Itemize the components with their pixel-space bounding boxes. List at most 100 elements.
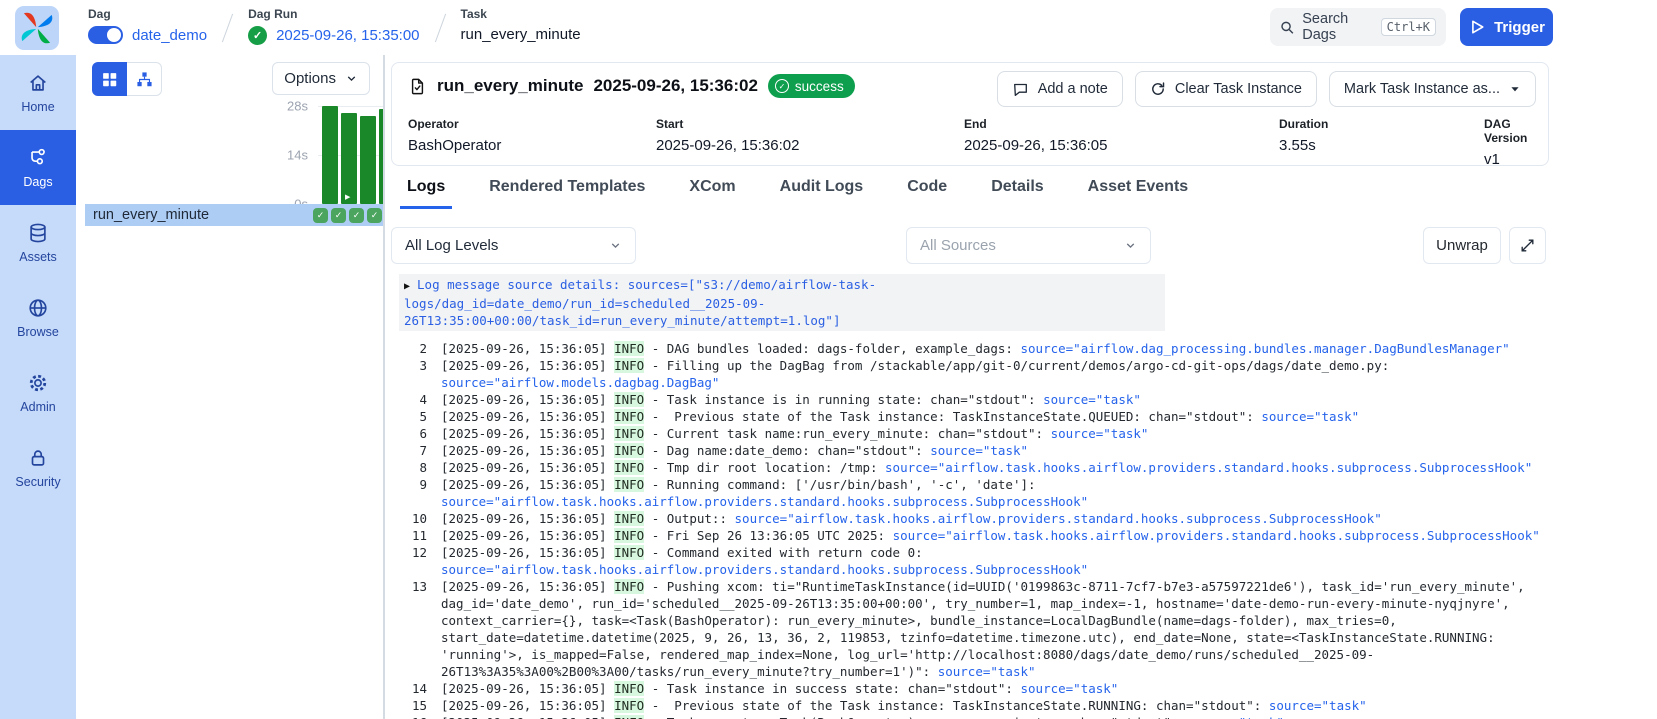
log-line: 9 [2025-09-26, 15:36:05] INFO - Running c… <box>397 476 1553 510</box>
log-line: 8[2025-09-26, 15:36:05] INFO - Tmp dir r… <box>397 459 1553 476</box>
panel-splitter[interactable] <box>383 55 385 719</box>
task-success-check-icon[interactable]: ✓ <box>367 208 382 223</box>
breadcrumb-task-value: run_every_minute <box>461 26 581 43</box>
task-success-check-icon[interactable]: ✓ <box>331 208 346 223</box>
log-line-content: [2025-09-26, 15:36:05] INFO - Tmp dir ro… <box>441 459 1553 476</box>
chart-bar[interactable]: ▶ <box>341 113 357 204</box>
log-viewer: ▶Log message source details: sources=["s… <box>397 274 1553 719</box>
breadcrumb-separator <box>434 14 445 43</box>
log-source-link[interactable]: source="airflow.task.hooks.airflow.provi… <box>735 511 1382 526</box>
dag-pause-toggle[interactable] <box>88 26 123 44</box>
meta-dag-version-label: DAG Version <box>1484 117 1538 145</box>
log-line-number: 10 <box>397 510 427 527</box>
log-source-link[interactable]: source="airflow.task.hooks.airflow.provi… <box>441 562 1088 577</box>
tab-asset-events[interactable]: Asset Events <box>1081 178 1196 209</box>
mark-task-instance-as-dropdown[interactable]: Mark Task Instance as... <box>1329 71 1536 107</box>
log-source-link[interactable]: source="task" <box>1051 426 1149 441</box>
log-source-link[interactable]: source="task" <box>1043 392 1141 407</box>
sidebar-item-browse[interactable]: Browse <box>0 280 76 355</box>
tab-rendered-templates[interactable]: Rendered Templates <box>482 178 652 209</box>
search-dags-box[interactable]: Search Dags Ctrl+K <box>1270 8 1446 46</box>
log-line-content: [2025-09-26, 15:36:05] INFO - Dag name:d… <box>441 442 1553 459</box>
grid-view-button[interactable] <box>92 62 127 96</box>
breadcrumb-dag-label: Dag <box>88 7 207 21</box>
log-level-badge: INFO <box>614 460 644 475</box>
log-source-link[interactable]: source="airflow.task.hooks.airflow.provi… <box>885 460 1532 475</box>
task-success-check-icon[interactable]: ✓ <box>349 208 364 223</box>
add-note-label: Add a note <box>1038 81 1108 97</box>
log-level-badge: INFO <box>614 443 644 458</box>
meta-duration: Duration 3.55s <box>1279 117 1484 168</box>
log-source-link[interactable]: source="airflow.dag_processing.bundles.m… <box>1021 341 1510 356</box>
sidebar-item-assets[interactable]: Assets <box>0 205 76 280</box>
search-dags-label: Search Dags <box>1302 11 1372 43</box>
log-source-link[interactable]: source="task" <box>1021 681 1119 696</box>
breadcrumb-dag-run-link[interactable]: 2025-09-26, 15:35:00 <box>276 27 419 44</box>
dag-panel: Options 28s14s0s▶ run_every_minute ✓✓✓✓ <box>76 55 383 719</box>
gear-icon <box>27 372 49 394</box>
tab-logs[interactable]: Logs <box>400 178 452 209</box>
log-levels-select[interactable]: All Log Levels <box>391 227 636 264</box>
breadcrumb-dag-link[interactable]: date_demo <box>132 27 207 44</box>
chevron-down-icon <box>609 239 622 252</box>
log-level-badge: INFO <box>614 392 644 407</box>
log-line-content: [2025-09-26, 15:36:05] INFO - Fri Sep 26… <box>441 527 1553 544</box>
log-line-content: [2025-09-26, 15:36:05] INFO - Filling up… <box>441 357 1553 391</box>
log-source-link[interactable]: source="airflow.models.dagbag.DagBag" <box>441 375 719 390</box>
dags-icon <box>27 147 49 169</box>
log-source-link[interactable]: source="task" <box>938 664 1036 679</box>
log-source-link[interactable]: source="airflow.task.hooks.airflow.provi… <box>893 528 1540 543</box>
log-line-number: 13 <box>397 578 427 680</box>
chevron-down-icon <box>345 72 358 85</box>
tab-audit-logs[interactable]: Audit Logs <box>773 178 871 209</box>
sidebar-item-admin[interactable]: Admin <box>0 355 76 430</box>
meta-operator-label: Operator <box>408 117 656 131</box>
log-source-link[interactable]: source="task" <box>930 443 1028 458</box>
trigger-button[interactable]: Trigger <box>1460 8 1553 46</box>
sidebar-item-security[interactable]: Security <box>0 430 76 505</box>
task-success-check-icon[interactable]: ✓ <box>313 208 328 223</box>
meta-operator: Operator BashOperator <box>408 117 656 168</box>
unwrap-button[interactable]: Unwrap <box>1423 227 1501 264</box>
log-line: 11[2025-09-26, 15:36:05] INFO - Fri Sep … <box>397 527 1553 544</box>
log-toolbar: All Log Levels All Sources Unwrap <box>391 227 1657 264</box>
tab-xcom[interactable]: XCom <box>682 178 742 209</box>
fullscreen-expand-button[interactable] <box>1509 227 1546 264</box>
options-dropdown[interactable]: Options <box>272 62 370 95</box>
log-line-number: 14 <box>397 680 427 697</box>
clear-task-instance-button[interactable]: Clear Task Instance <box>1135 71 1317 107</box>
chart-bar[interactable] <box>360 116 376 204</box>
sidebar-item-home[interactable]: Home <box>0 55 76 130</box>
log-line-content: [2025-09-26, 15:36:05] INFO - Pushing xc… <box>441 578 1553 680</box>
log-line-content: [2025-09-26, 15:36:05] INFO - Running co… <box>441 476 1553 510</box>
status-check-icon: ✓ <box>775 79 789 93</box>
task-row-run-every-minute[interactable]: run_every_minute ✓✓✓✓ <box>85 204 383 226</box>
graph-icon <box>136 71 153 88</box>
log-source-link[interactable]: source="airflow.task.hooks.airflow.provi… <box>441 494 1088 509</box>
sidebar-item-dags[interactable]: Dags <box>0 130 76 205</box>
log-line: 6[2025-09-26, 15:36:05] INFO - Current t… <box>397 425 1553 442</box>
chart-bar[interactable] <box>322 106 338 204</box>
home-icon <box>27 72 49 94</box>
log-line-number: 7 <box>397 442 427 459</box>
log-source-link[interactable]: source="task" <box>1261 409 1359 424</box>
breadcrumb-task-label: Task <box>461 7 581 21</box>
breadcrumb-task: Task run_every_minute <box>461 7 581 43</box>
add-note-button[interactable]: Add a note <box>997 71 1123 107</box>
grid-icon <box>101 71 118 88</box>
log-line-number: 5 <box>397 408 427 425</box>
log-line: 2[2025-09-26, 15:36:05] INFO - DAG bundl… <box>397 340 1553 357</box>
meta-end-value: 2025-09-26, 15:36:05 <box>964 137 1279 154</box>
sidebar-item-label: Home <box>21 100 54 114</box>
log-sources-select[interactable]: All Sources <box>906 227 1151 264</box>
log-source-link[interactable]: source="task" <box>1186 715 1284 719</box>
airflow-logo[interactable] <box>15 6 59 50</box>
meta-dag-version-value: v1 <box>1484 151 1538 168</box>
tab-code[interactable]: Code <box>900 178 954 209</box>
log-source-details[interactable]: ▶Log message source details: sources=["s… <box>399 274 1165 331</box>
graph-view-button[interactable] <box>127 62 162 96</box>
tab-details[interactable]: Details <box>984 178 1050 209</box>
log-source-link[interactable]: source="task" <box>1269 698 1367 713</box>
log-line-number: 9 <box>397 476 427 510</box>
log-level-badge: INFO <box>614 358 644 373</box>
